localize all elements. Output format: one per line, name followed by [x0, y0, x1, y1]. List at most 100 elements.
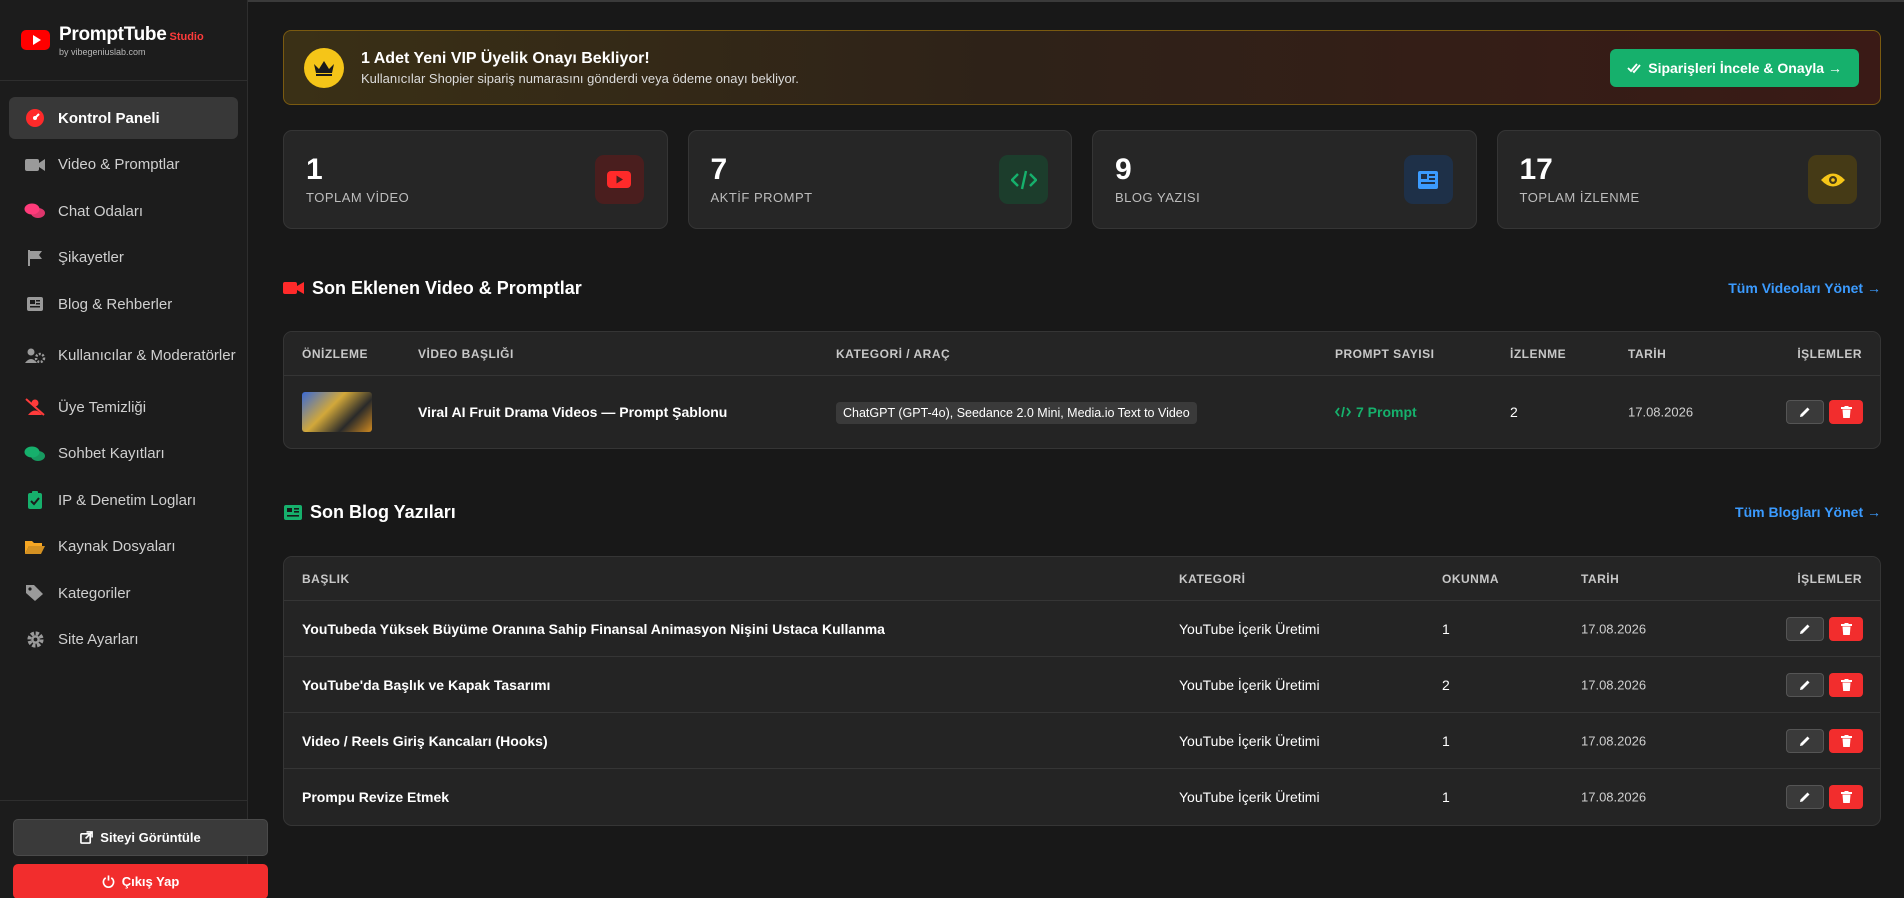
column-header: İŞLEMLER	[1797, 346, 1862, 361]
video-title[interactable]: Viral AI Fruit Drama Videos — Prompt Şab…	[418, 404, 727, 420]
brand-name: PromptTube	[59, 23, 167, 45]
blog-title[interactable]: Video / Reels Giriş Kancaları (Hooks)	[302, 733, 548, 749]
crown-icon	[304, 47, 344, 88]
date: 17.08.2026	[1581, 621, 1647, 636]
date: 17.08.2026	[1581, 677, 1647, 692]
read-count: 2	[1442, 676, 1450, 693]
delete-button[interactable]	[1829, 728, 1863, 753]
trash-icon	[1840, 622, 1852, 635]
trash-icon	[1840, 406, 1852, 418]
edit-button[interactable]	[1786, 400, 1824, 424]
blog-title[interactable]: YouTube'da Başlık ve Kapak Tasarımı	[302, 677, 550, 693]
external-link-icon	[80, 831, 94, 844]
category-tag-text: ChatGPT (GPT-4o), Seedance 2.0 Mini, Med…	[836, 402, 1197, 424]
pencil-icon	[1800, 792, 1810, 802]
table-row[interactable]: YouTubeda Yüksek Büyüme Oranına Sahip Fi…	[284, 601, 1880, 657]
edit-button[interactable]	[1786, 672, 1824, 697]
column-header: PROMPT SAYISI	[1335, 346, 1435, 361]
blog-category: YouTube İçerik Üretimi	[1179, 620, 1320, 637]
sidebar-item-member-cleanup[interactable]: Üye Temizliği	[9, 386, 238, 428]
sidebar-item-users[interactable]: Kullanıcılar & Moderatörler	[9, 330, 238, 382]
pencil-icon	[1800, 624, 1810, 634]
blog-category: YouTube İçerik Üretimi	[1179, 732, 1320, 749]
videos-section-title: Son Eklenen Video & Promptlar	[312, 277, 582, 298]
trash-icon	[1840, 678, 1852, 691]
sidebar-item-label: Üye Temizliği	[58, 398, 147, 416]
video-thumbnail[interactable]	[302, 392, 372, 432]
stat-card-prompts: 7 AKTİF PROMPT	[687, 130, 1072, 229]
table-row[interactable]: Prompu Revize Etmek YouTube İçerik Üreti…	[284, 769, 1880, 825]
sidebar-item-label: IP & Denetim Logları	[58, 491, 197, 509]
sidebar-item-dashboard[interactable]: Kontrol Paneli	[9, 97, 238, 139]
sidebar-item-resources[interactable]: Kaynak Dosyaları	[9, 526, 238, 568]
sidebar-item-audit-logs[interactable]: IP & Denetim Logları	[9, 479, 238, 521]
video-camera-icon	[283, 282, 304, 294]
comments-icon	[24, 443, 46, 465]
column-header: TARİH	[1628, 346, 1667, 361]
blog-title[interactable]: Prompu Revize Etmek	[302, 789, 449, 805]
sidebar-item-label: Şikayetler	[58, 249, 124, 266]
trash-icon	[1840, 791, 1852, 803]
blog-category: YouTube İçerik Üretimi	[1179, 789, 1320, 805]
review-orders-label: Siparişleri İncele & Onayla →	[1648, 60, 1842, 76]
review-orders-button[interactable]: Siparişleri İncele & Onayla →	[1610, 49, 1859, 87]
column-header: BAŞLIK	[302, 571, 350, 586]
blog-title[interactable]: YouTubeda Yüksek Büyüme Oranına Sahip Fi…	[302, 621, 885, 637]
gear-icon	[24, 629, 46, 651]
manage-blogs-link[interactable]: Tüm Blogları Yönet →	[1735, 504, 1881, 520]
sidebar-item-chat-rooms[interactable]: Chat Odaları	[9, 190, 238, 232]
brand[interactable]: PromptTube Studio by vibegeniuslab.com	[0, 0, 247, 81]
top-border	[0, 0, 1904, 2]
row-actions	[1786, 672, 1863, 697]
edit-button[interactable]	[1786, 728, 1824, 753]
date: 17.08.2026	[1581, 733, 1647, 748]
stat-card-blogs: 9 BLOG YAZISI	[1092, 130, 1477, 229]
pencil-icon	[1800, 736, 1810, 746]
sidebar-item-chat-logs[interactable]: Sohbet Kayıtları	[9, 433, 238, 475]
table-row[interactable]: Viral AI Fruit Drama Videos — Prompt Şab…	[284, 376, 1880, 448]
dashboard-icon	[24, 107, 46, 129]
delete-button[interactable]	[1829, 400, 1863, 424]
sidebar-item-videos[interactable]: Video & Promptlar	[9, 144, 238, 186]
pencil-icon	[1800, 680, 1810, 690]
delete-button[interactable]	[1829, 672, 1863, 697]
sidebar-item-label: Video & Promptlar	[58, 156, 180, 173]
view-site-button[interactable]: Siteyi Görüntüle	[13, 819, 268, 856]
table-row[interactable]: YouTube'da Başlık ve Kapak Tasarımı YouT…	[284, 657, 1880, 713]
manage-videos-link[interactable]: Tüm Videoları Yönet →	[1728, 280, 1881, 296]
stat-card-views: 17 TOPLAM İZLENME	[1496, 130, 1881, 229]
edit-button[interactable]	[1786, 616, 1824, 641]
logout-button[interactable]: Çıkış Yap	[13, 864, 268, 898]
sidebar-item-categories[interactable]: Kategoriler	[9, 572, 238, 614]
videos-table: ÖNİZLEME VİDEO BAŞLIĞI KATEGORİ / ARAÇ P…	[283, 331, 1881, 449]
videos-section-header: Son Eklenen Video & Promptlar Tüm Videol…	[283, 276, 1881, 300]
sidebar-item-complaints[interactable]: Şikayetler	[9, 237, 238, 279]
sidebar-item-label: Blog & Rehberler	[58, 295, 173, 313]
folder-open-icon	[24, 536, 46, 558]
eye-icon	[1808, 155, 1857, 204]
category-tag: ChatGPT (GPT-4o), Seedance 2.0 Mini, Med…	[836, 402, 1197, 424]
sidebar-item-blog[interactable]: Blog & Rehberler	[9, 283, 238, 325]
video-camera-icon	[24, 154, 46, 176]
sidebar: PromptTube Studio by vibegeniuslab.com Ko…	[0, 0, 268, 898]
edit-button[interactable]	[1786, 785, 1824, 809]
delete-button[interactable]	[1829, 785, 1863, 809]
user-slash-icon	[24, 396, 46, 418]
brand-studio: Studio	[169, 30, 204, 43]
sidebar-item-settings[interactable]: Site Ayarları	[9, 619, 238, 661]
sidebar-footer: Siteyi Görüntüle Çıkış Yap	[0, 800, 268, 898]
sidebar-item-label: Kategoriler	[58, 584, 131, 602]
row-actions	[1786, 400, 1863, 424]
sidebar-item-label: Site Ayarları	[58, 631, 139, 648]
view-site-label: Siteyi Görüntüle	[100, 830, 201, 845]
newspaper-icon	[24, 293, 46, 315]
column-header: İZLENME	[1510, 346, 1567, 361]
column-header: KATEGORİ / ARAÇ	[836, 346, 951, 361]
date: 17.08.2026	[1628, 404, 1694, 420]
chat-bubbles-icon	[24, 200, 46, 222]
table-row[interactable]: Video / Reels Giriş Kancaları (Hooks) Yo…	[284, 713, 1880, 769]
read-count: 1	[1442, 789, 1450, 805]
stats-row: 1 TOPLAM VİDEO 7 AKTİF PROMPT 9 BLOG YAZ…	[283, 130, 1881, 229]
sidebar-nav: Kontrol Paneli Video & Promptlar Chat Od…	[0, 81, 247, 661]
delete-button[interactable]	[1829, 616, 1863, 641]
